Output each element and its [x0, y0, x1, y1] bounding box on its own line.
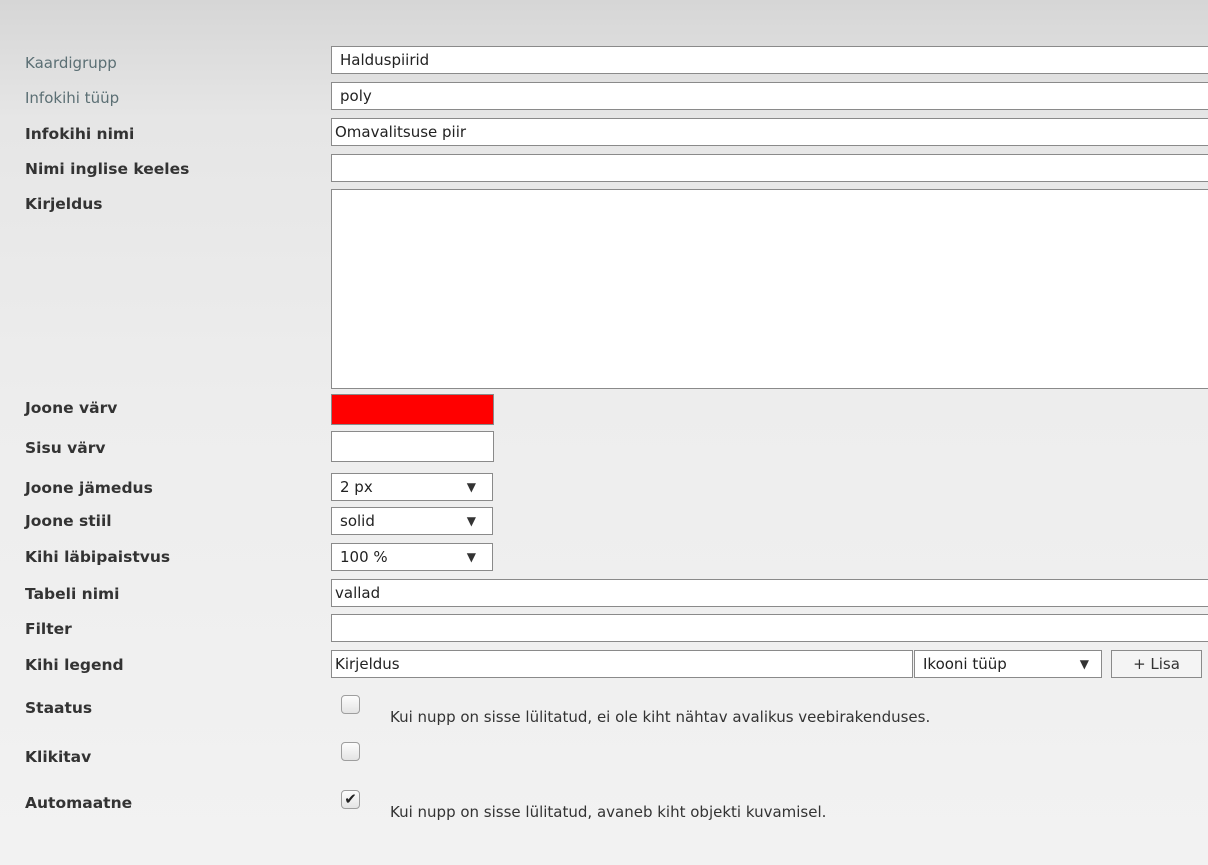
label-labipaistvus: Kihi läbipaistvus	[25, 548, 171, 566]
fill-color-picker[interactable]	[331, 431, 494, 462]
kirjeldus-textarea[interactable]	[331, 189, 1208, 389]
automaatne-checkbox[interactable]: ✔	[341, 790, 360, 809]
opacity-select[interactable]: 100 % ▼	[331, 543, 493, 571]
add-legend-button[interactable]: + Lisa	[1111, 650, 1202, 678]
label-joone-varv: Joone värv	[25, 399, 118, 417]
staatus-checkbox[interactable]	[341, 695, 360, 714]
line-width-value: 2 px	[340, 478, 373, 496]
infokihi-nimi-field[interactable]	[331, 118, 1208, 146]
triangle-down-icon: ▼	[466, 514, 476, 528]
automaatne-hint: Kui nupp on sisse lülitatud, avaneb kiht…	[390, 803, 827, 821]
kaardigrupp-field[interactable]	[331, 46, 1208, 74]
label-automaatne: Automaatne	[25, 794, 133, 812]
klikitav-checkbox[interactable]	[341, 742, 360, 761]
label-joone-stiil: Joone stiil	[25, 512, 112, 530]
infokihi-tyyp-field[interactable]	[331, 82, 1208, 110]
staatus-hint: Kui nupp on sisse lülitatud, ei ole kiht…	[390, 708, 931, 726]
filter-field[interactable]	[331, 614, 1208, 642]
triangle-down-icon: ▼	[1079, 657, 1089, 671]
icon-type-value: Ikooni tüüp	[923, 655, 1007, 673]
label-klikitav: Klikitav	[25, 748, 92, 766]
icon-type-select[interactable]: Ikooni tüüp ▼	[914, 650, 1102, 678]
triangle-down-icon: ▼	[466, 480, 476, 494]
label-kihi-legend: Kihi legend	[25, 656, 124, 674]
label-kirjeldus: Kirjeldus	[25, 195, 103, 213]
label-kaardigrupp: Kaardigrupp	[25, 54, 117, 72]
table-name-field[interactable]	[331, 579, 1208, 607]
label-infokihi-nimi: Infokihi nimi	[25, 125, 135, 143]
checkmark-icon: ✔	[344, 790, 357, 808]
label-sisu-varv: Sisu värv	[25, 439, 106, 457]
line-width-select[interactable]: 2 px ▼	[331, 473, 493, 501]
label-tabeli-nimi: Tabeli nimi	[25, 585, 120, 603]
nimi-inglise-field[interactable]	[331, 154, 1208, 182]
line-style-value: solid	[340, 512, 375, 530]
legend-field[interactable]	[331, 650, 913, 678]
line-style-select[interactable]: solid ▼	[331, 507, 493, 535]
label-staatus: Staatus	[25, 699, 93, 717]
label-infokihi-tyyp: Infokihi tüüp	[25, 89, 120, 107]
label-filter: Filter	[25, 620, 72, 638]
label-joone-jamedus: Joone jämedus	[25, 479, 153, 497]
label-nimi-inglise: Nimi inglise keeles	[25, 160, 190, 178]
opacity-value: 100 %	[340, 548, 388, 566]
triangle-down-icon: ▼	[466, 550, 476, 564]
line-color-picker[interactable]	[331, 394, 494, 425]
